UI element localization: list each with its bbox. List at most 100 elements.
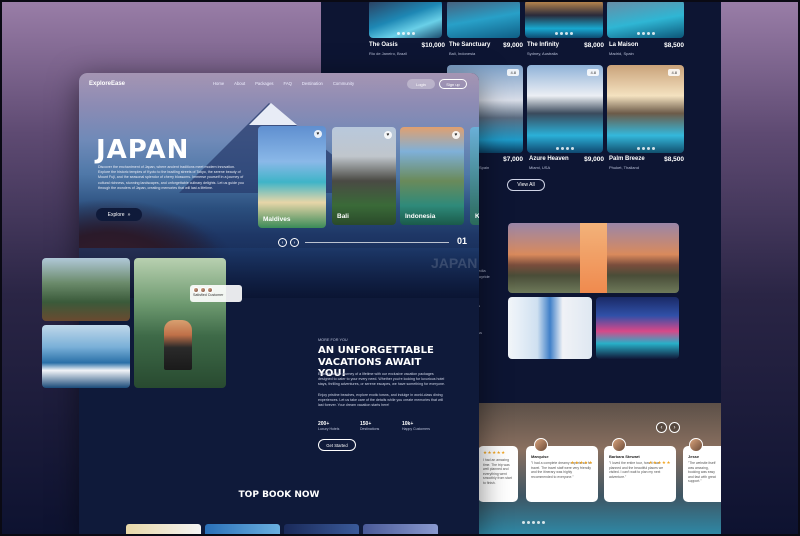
listing-name: The Oasis [369,42,398,48]
nav-home[interactable]: Home [213,81,224,86]
explore-label: Explore [107,211,125,218]
avatar [612,438,626,452]
listing-photo[interactable]: 4.8 [607,65,684,153]
listing-price: $10,000 [421,42,446,49]
listing-photo[interactable] [525,0,603,38]
listing-price: $8,000 [584,42,604,49]
listing-location: Miami, USA [529,165,551,170]
destination-card-indonesia[interactable]: ♥ Indonesia [400,127,464,225]
nav-faq[interactable]: FAQ [284,81,292,86]
rating-tag: 4.8 [668,69,680,76]
destination-label: Indonesia [405,213,436,220]
mountain-snowcap [249,103,297,125]
listing-location: Rio de Janeiro, Brazil [369,51,408,56]
stat-label: Destinations [360,427,380,431]
listing-photo[interactable] [447,0,520,38]
listing-name: Azure Heaven [529,156,569,162]
hiker-figure [164,320,192,370]
star-rating-icon: ★★★★★ [483,450,506,455]
destination-label: K [475,213,479,220]
testimonial-next-button[interactable]: › [669,422,680,433]
section-eyebrow: MORE FOR YOU [318,338,348,342]
hero-ghost-text: JAPAN [431,255,478,271]
listing-name: The Sanctuary [449,42,491,48]
listing-photo[interactable] [369,0,442,38]
book-card-preview[interactable] [284,524,359,536]
side-text: joyride [478,274,490,279]
double-chevron-icon: » [127,211,131,218]
book-card-preview[interactable] [126,524,201,536]
testimonial-name: Jesse [688,454,700,459]
listing-location: Bali, Indonesia [449,51,476,56]
hero-prev-button[interactable]: ‹ [278,238,287,247]
listing-price: $7,000 [503,156,523,163]
destination-label: Bali [337,213,349,220]
testimonial-prev-button[interactable]: ‹ [656,422,667,433]
stat-destinations: 150+ Destinations [360,421,379,431]
heart-icon[interactable]: ♥ [384,131,392,139]
heart-icon[interactable]: ♥ [452,131,460,139]
hero-page-number: 01 [457,236,468,246]
about-photo-hiker [134,258,226,388]
nav-about[interactable]: About [234,81,245,86]
about-photo-boat [42,325,130,388]
get-started-button[interactable]: Get Started [318,439,356,451]
testimonial-pagination[interactable] [522,521,545,524]
listing-price: $8,500 [664,156,684,163]
destination-card-next[interactable]: K [470,127,479,225]
testimonial-card: Barbara Stewart ★★★★★ "I loved the entir… [604,438,676,502]
site-logo[interactable]: ExploreEase [89,81,125,87]
testimonial-name: Barbara Stewart [609,454,640,459]
listing-name: La Maison [609,42,639,48]
book-card-preview[interactable] [363,524,438,536]
star-rating-icon: ★★★★★ [648,460,671,465]
nav-packages[interactable]: Packages [255,81,273,86]
testimonial-name: Marquise [531,454,549,459]
nav-destination[interactable]: Destination [302,81,323,86]
listing-name: The Infinity [527,42,559,48]
stat-hotels: 200+ Luxury Hotels [318,421,339,431]
book-card-preview[interactable] [205,524,280,536]
explore-button[interactable]: Explore » [96,208,142,221]
star-rating-icon: ★★★★★ [570,460,593,465]
testimonial-card: Jesse "The website itself was amazing, b… [683,438,721,502]
stat-label: Luxury Hotels [318,427,340,431]
listing-location: Spain [479,165,490,170]
listing-photo[interactable] [607,0,684,38]
login-button[interactable]: Login [407,79,435,89]
satisfied-label: Satisfied Customer [193,293,224,297]
about-paragraph: Enjoy pristine beaches, explore exotic t… [318,393,444,408]
avatar [534,438,548,452]
signup-button[interactable]: Sign up [439,79,467,89]
hero-description: Discover the enchantment of Japan, where… [98,165,244,190]
listing-price: $8,500 [664,42,684,49]
avatar [689,438,703,452]
testimonial-text: "The website itself was amazing, booking… [688,461,716,484]
gallery-photo-gate[interactable] [508,223,679,293]
stat-customers: 10k+ Happy Customers [402,421,430,431]
nav-community[interactable]: Community [333,81,354,86]
gallery-photo-city[interactable] [596,297,679,359]
listing-photo[interactable]: 4.8 [527,65,603,153]
gallery-photo-street[interactable] [508,297,592,359]
nav-links: Home About Packages FAQ Destination Comm… [213,81,354,86]
hero-next-button[interactable]: › [290,238,299,247]
about-photo-terrace [42,258,130,321]
listing-location: Phuket, Thailand [609,165,639,170]
destination-card-maldives[interactable]: ♥ Maldives [258,126,326,228]
satisfied-customer-badge: Satisfied Customer [190,285,242,302]
listing-location: Sydney, Australia [527,51,558,56]
heart-icon[interactable]: ♥ [314,130,322,138]
testimonial-card: Marquise ★★★★★ "I had a complete dreamy … [526,438,598,502]
rating-tag: 4.8 [587,69,599,76]
stat-label: Happy Customers [402,427,431,431]
listing-location: Madrid, Spain [609,51,634,56]
destination-card-bali[interactable]: ♥ Bali [332,127,396,225]
testimonial-text: I had an amazing time. The trip was well… [483,458,512,485]
top-book-heading: TOP BOOK NOW [238,490,320,500]
hero-progress-line [305,242,449,243]
hero-title: JAPAN [96,135,190,165]
view-all-button[interactable]: View All [507,179,545,191]
listing-price: $9,000 [503,42,523,49]
side-text: edia [478,268,486,273]
